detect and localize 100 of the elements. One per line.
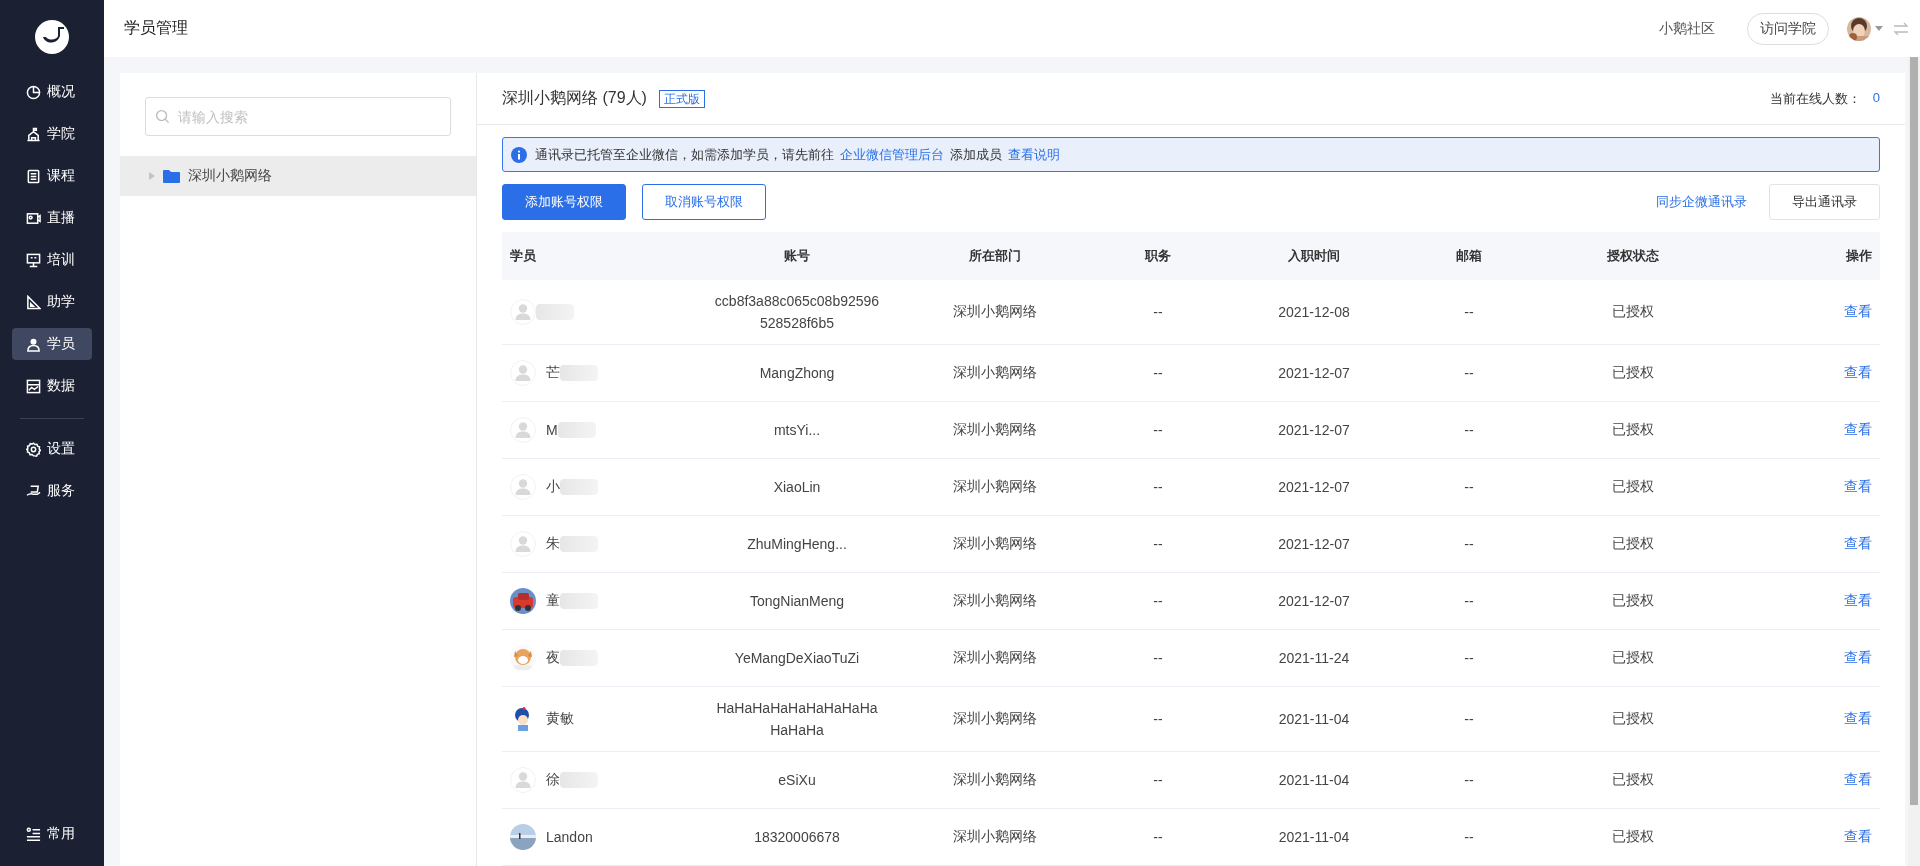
table-cell: -- [1098, 629, 1218, 687]
help-link[interactable]: 查看说明 [1008, 146, 1060, 162]
student-name: Landon [546, 829, 593, 845]
caret-icon[interactable] [1875, 26, 1883, 31]
sync-contacts-link[interactable]: 同步企微通讯录 [1656, 193, 1747, 211]
column-header: 入职时间 [1218, 232, 1410, 280]
table-cell: 已授权 [1528, 751, 1738, 809]
table-cell: 2021-11-04 [1218, 808, 1410, 866]
table-cell: -- [1410, 572, 1528, 630]
table-cell: 已授权 [1528, 572, 1738, 630]
presentation-board-icon [25, 252, 41, 268]
nav-item[interactable]: 学院 [12, 118, 92, 150]
nav-item[interactable]: 概况 [12, 76, 92, 108]
table-cell: -- [1410, 458, 1528, 516]
table-cell: eSiXu [702, 751, 892, 809]
table-cell: 2021-11-24 [1218, 629, 1410, 687]
table-cell: 2021-11-04 [1218, 751, 1410, 809]
view-link[interactable]: 查看 [1844, 535, 1872, 551]
table-cell: 深圳小鹅网络 [892, 515, 1098, 573]
tree-item[interactable]: 深圳小鹅网络 [120, 156, 476, 196]
community-link[interactable]: 小鹅社区 [1659, 19, 1715, 38]
table-cell: XiaoLin [702, 458, 892, 516]
online-count: 0 [1872, 89, 1880, 107]
table-cell: 深圳小鹅网络 [892, 686, 1098, 752]
view-link[interactable]: 查看 [1844, 592, 1872, 608]
tree-label: 深圳小鹅网络 [188, 167, 272, 185]
table-cell: -- [1098, 751, 1218, 809]
folder-icon [163, 169, 180, 183]
nav-item[interactable]: 数据 [12, 370, 92, 402]
search-field[interactable]: 请输入搜索 [145, 97, 451, 136]
page-title: 学员管理 [124, 18, 188, 38]
student-name: M [546, 422, 558, 438]
column-header: 所在部门 [892, 232, 1098, 280]
visit-button[interactable]: 访问学院 [1747, 12, 1829, 45]
list-icon [25, 826, 41, 842]
table-cell: 深圳小鹅网络 [892, 572, 1098, 630]
view-link[interactable]: 查看 [1844, 421, 1872, 437]
view-link[interactable]: 查看 [1844, 710, 1872, 726]
table-cell: 18320006678 [702, 808, 892, 866]
table-cell: -- [1410, 515, 1528, 573]
table-cell: 深圳小鹅网络 [892, 280, 1098, 345]
table-cell: 2021-12-07 [1218, 515, 1410, 573]
table-cell: -- [1098, 686, 1218, 752]
student-name: 朱 [546, 535, 560, 553]
student-name: 小 [546, 478, 560, 496]
caret-icon[interactable] [149, 172, 155, 180]
view-link[interactable]: 查看 [1844, 828, 1872, 844]
cancel-permission-button[interactable]: 取消账号权限 [642, 184, 766, 220]
table-cell: 深圳小鹅网络 [892, 401, 1098, 459]
view-link[interactable]: 查看 [1844, 771, 1872, 787]
table-cell: 2021-12-07 [1218, 344, 1410, 402]
table-cell: -- [1098, 515, 1218, 573]
table-cell: mtsYi... [702, 401, 892, 459]
notice-text: 通讯录已托管至企业微信，如需添加学员，请先前往 企业微信管理后台 添加成员 查看说明 [535, 145, 1061, 164]
swap-icon[interactable] [1893, 21, 1909, 36]
chart-icon [25, 378, 41, 394]
student-name: 夜 [546, 649, 560, 667]
table-cell: -- [1098, 280, 1218, 345]
nav-item[interactable]: 常用 [12, 818, 92, 850]
column-header: 账号 [702, 232, 892, 280]
view-link[interactable]: 查看 [1844, 364, 1872, 380]
scrollbar-thumb[interactable] [1910, 57, 1918, 805]
nav-item[interactable]: 直播 [12, 202, 92, 234]
table-cell: 已授权 [1528, 629, 1738, 687]
logo-icon[interactable] [35, 20, 69, 54]
hand-icon [25, 483, 41, 499]
online-label: 当前在线人数： [1769, 89, 1861, 108]
table-cell: 2021-11-04 [1218, 686, 1410, 752]
view-link[interactable]: 查看 [1844, 303, 1872, 319]
video-camera-icon [25, 210, 41, 226]
table-cell: 已授权 [1528, 280, 1738, 345]
table-cell: -- [1098, 344, 1218, 402]
nav-item[interactable]: 服务 [12, 475, 92, 507]
table-cell: -- [1410, 808, 1528, 866]
nav-item[interactable]: 学员 [12, 328, 92, 360]
table-cell: 2021-12-07 [1218, 401, 1410, 459]
table-cell: -- [1098, 808, 1218, 866]
nav-item[interactable]: 培训 [12, 244, 92, 276]
user-icon [25, 336, 41, 352]
table-cell: 2021-12-07 [1218, 572, 1410, 630]
table-cell: -- [1098, 401, 1218, 459]
nav-item[interactable]: 助学 [12, 286, 92, 318]
admin-link[interactable]: 企业微信管理后台 [840, 146, 944, 162]
table-cell: -- [1410, 629, 1528, 687]
view-link[interactable]: 查看 [1844, 649, 1872, 665]
scrollbar[interactable] [1908, 57, 1920, 866]
nav-item[interactable]: 课程 [12, 160, 92, 192]
table-cell: 已授权 [1528, 686, 1738, 752]
column-header: 职务 [1098, 232, 1218, 280]
table-cell: -- [1410, 344, 1528, 402]
table-cell: TongNianMeng [702, 572, 892, 630]
view-link[interactable]: 查看 [1844, 478, 1872, 494]
table-cell: 已授权 [1528, 808, 1738, 866]
add-permission-button[interactable]: 添加账号权限 [502, 184, 626, 220]
info-icon [511, 146, 527, 163]
nav-item[interactable]: 设置 [12, 433, 92, 465]
table-cell: -- [1410, 280, 1528, 345]
export-contacts-button[interactable]: 导出通讯录 [1769, 184, 1880, 220]
table-cell: 已授权 [1528, 344, 1738, 402]
table-cell: ccb8f3a88c065c08b92596528528f6b5 [702, 280, 892, 345]
